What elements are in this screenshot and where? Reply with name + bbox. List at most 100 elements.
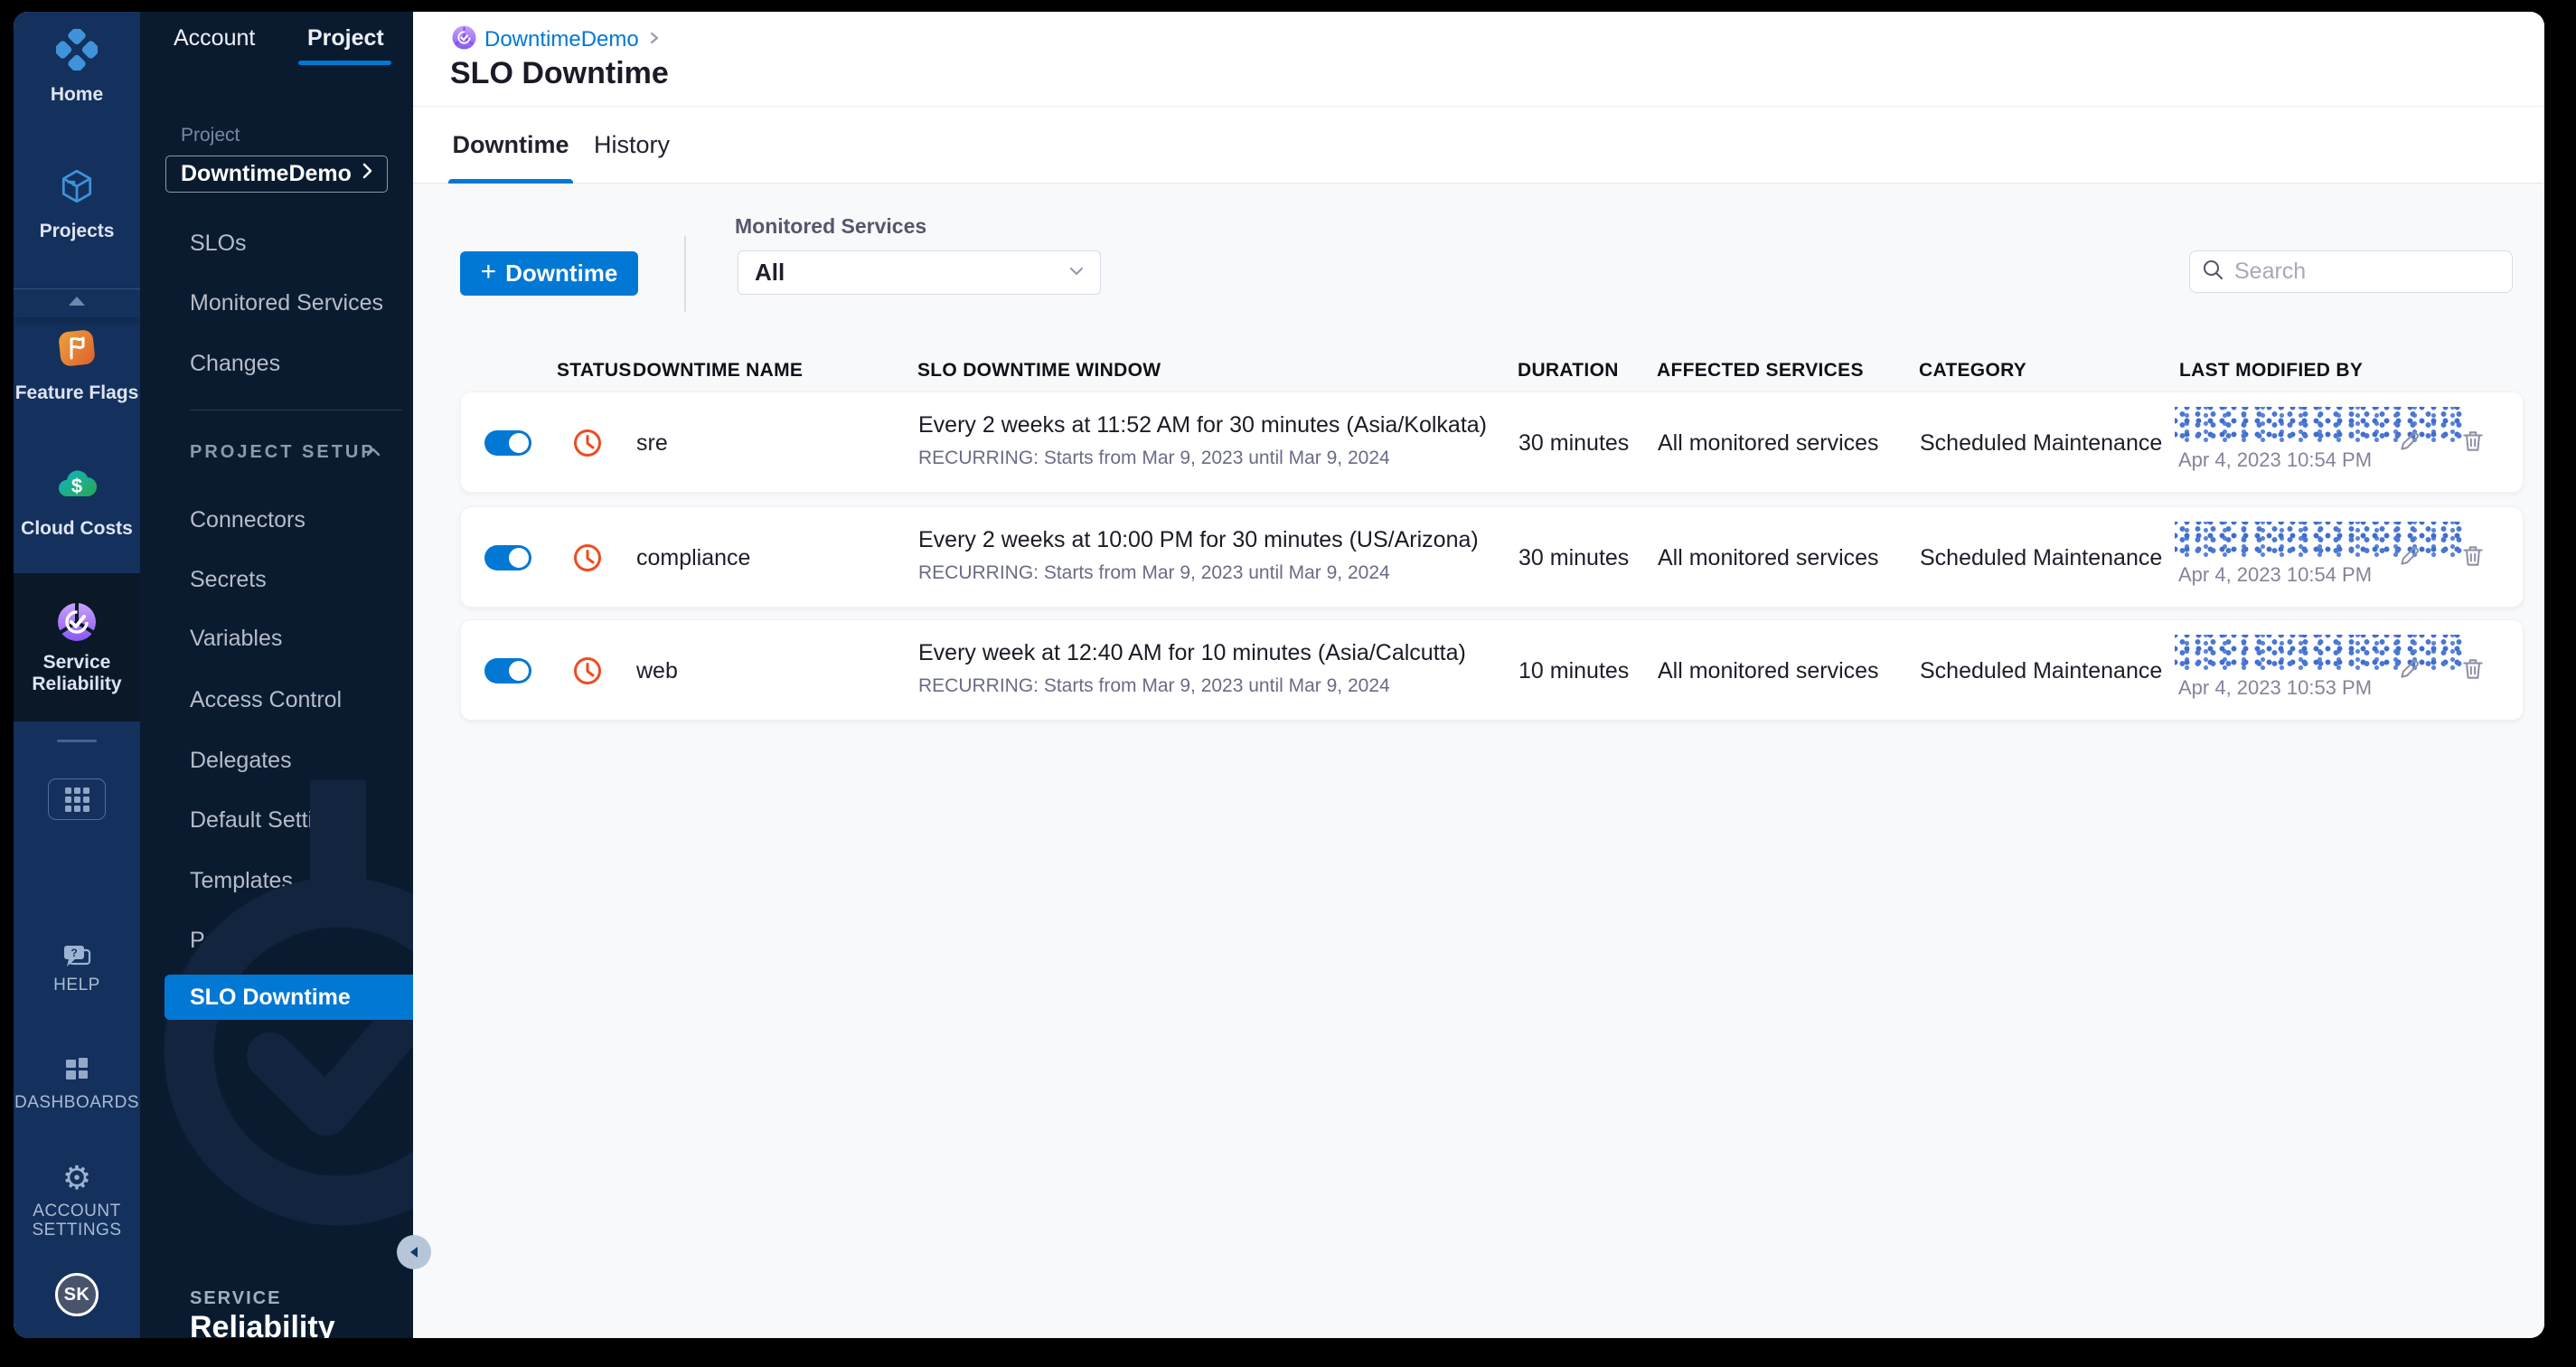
- add-downtime-button[interactable]: + Downtime: [460, 251, 638, 296]
- col-duration: DURATION: [1518, 360, 1619, 381]
- tab-history[interactable]: History: [587, 107, 677, 184]
- toggle-knob: [509, 548, 529, 568]
- nav-dashboards-label: DASHBOARDS: [14, 1093, 140, 1112]
- downtime-window: Every week at 12:40 AM for 10 minutes (A…: [918, 640, 1466, 665]
- sidebar-item-default-settings[interactable]: Default Settings: [190, 807, 350, 834]
- user-avatar[interactable]: SK: [55, 1273, 99, 1316]
- search-input[interactable]: [2234, 259, 2525, 285]
- table-row[interactable]: compliance Every 2 weeks at 10:00 PM for…: [460, 506, 2524, 608]
- reliability-watermark: [140, 762, 413, 1291]
- downtime-window: Every 2 weeks at 10:00 PM for 30 minutes…: [918, 527, 1479, 552]
- nav-projects[interactable]: [14, 167, 140, 210]
- nav-cloud-costs-label: Cloud Costs: [21, 518, 133, 539]
- delete-button[interactable]: [2460, 543, 2486, 569]
- status-toggle[interactable]: [484, 430, 531, 456]
- col-affected-services: AFFECTED SERVICES: [1657, 360, 1864, 381]
- svg-text:?: ?: [71, 947, 77, 959]
- sidebar-collapse-button[interactable]: [397, 1235, 431, 1269]
- sidebar-item-slo-downtime[interactable]: SLO Downtime: [165, 975, 413, 1020]
- col-slo-downtime-window: SLO DOWNTIME WINDOW: [917, 360, 1161, 381]
- screenshot-stage: Home Projects Feature Flags $ Cloud Cost…: [0, 0, 2576, 1367]
- search-icon: [2201, 258, 2225, 287]
- sidebar-item-templates[interactable]: Templates: [190, 868, 293, 894]
- category: Scheduled Maintenance: [1920, 430, 2163, 456]
- nav-dashboards[interactable]: [14, 1055, 140, 1087]
- content-area: + Downtime Monitored Services All STATUS…: [413, 184, 2544, 1338]
- nav-home[interactable]: [14, 26, 140, 75]
- edit-button[interactable]: [2397, 543, 2422, 569]
- plus-icon: +: [480, 257, 497, 287]
- modified-timestamp: Apr 4, 2023 10:54 PM: [2178, 563, 2373, 586]
- sidebar-item-delegates[interactable]: Delegates: [190, 748, 292, 774]
- nav-account-settings[interactable]: ⚙: [14, 1162, 140, 1194]
- delete-button[interactable]: [2460, 656, 2486, 682]
- nav-service-reliability[interactable]: [14, 599, 140, 649]
- downtime-name[interactable]: sre: [636, 430, 668, 457]
- page-tabs: Downtime History: [413, 107, 2544, 184]
- sidebar-item-secrets[interactable]: Secrets: [190, 567, 267, 593]
- status-toggle[interactable]: [484, 545, 531, 570]
- service-reliability-icon: [54, 602, 99, 648]
- nav-home-label: Home: [50, 84, 104, 105]
- tab-downtime[interactable]: Downtime: [448, 107, 573, 184]
- category: Scheduled Maintenance: [1920, 545, 2163, 570]
- project-selector[interactable]: DowntimeDemo: [165, 156, 388, 193]
- search-box: [2189, 250, 2525, 293]
- breadcrumb-project-link[interactable]: DowntimeDemo: [484, 27, 639, 52]
- modnav-divider: [57, 740, 97, 742]
- toggle-knob: [509, 661, 529, 681]
- svg-text:$: $: [71, 475, 82, 497]
- home-icon: [53, 26, 100, 74]
- tab-project[interactable]: Project: [307, 24, 384, 52]
- module-nav: Home Projects Feature Flags $ Cloud Cost…: [14, 12, 140, 1338]
- affected-services: All monitored services: [1658, 658, 1879, 684]
- status-toggle[interactable]: [484, 658, 531, 684]
- edit-button[interactable]: [2397, 429, 2422, 454]
- page-header: DowntimeDemo SLO Downtime: [413, 12, 2544, 107]
- project-setup-heading[interactable]: PROJECT SETUP: [190, 442, 376, 463]
- monitored-services-dropdown[interactable]: All: [738, 250, 1101, 295]
- sidebar-item-access-control[interactable]: Access Control: [190, 687, 342, 713]
- project-avatar-icon: [452, 25, 476, 54]
- table-row[interactable]: web Every week at 12:40 AM for 10 minute…: [460, 619, 2524, 721]
- nav-feature-flags-label: Feature Flags: [14, 382, 139, 403]
- recurring-clock-icon: [571, 427, 604, 459]
- monitored-services-label: Monitored Services: [735, 214, 927, 238]
- sidebar-item-connectors[interactable]: Connectors: [190, 507, 306, 533]
- nav-help[interactable]: ?: [14, 943, 140, 976]
- downtime-recurring: RECURRING: Starts from Mar 9, 2023 until…: [918, 448, 1390, 468]
- edit-button[interactable]: [2397, 656, 2422, 682]
- arrow-left-icon: [410, 1247, 418, 1258]
- sidebar-item-policies[interactable]: Policies: [190, 928, 268, 954]
- chevron-down-icon: [1066, 259, 1087, 286]
- category: Scheduled Maintenance: [1920, 658, 2163, 684]
- feature-flags-icon: [55, 330, 99, 373]
- col-last-modified-by: LAST MODIFIED BY: [2179, 360, 2364, 381]
- sidebar-item-slos[interactable]: SLOs: [190, 231, 247, 257]
- downtime-name[interactable]: web: [636, 658, 678, 684]
- sidebar-item-changes[interactable]: Changes: [190, 351, 280, 377]
- col-status: STATUS: [557, 360, 632, 381]
- app-window: Home Projects Feature Flags $ Cloud Cost…: [14, 12, 2544, 1338]
- grid-icon: [64, 787, 89, 812]
- help-chat-icon: ?: [61, 946, 92, 976]
- nav-feature-flags[interactable]: [14, 326, 140, 374]
- modules-collapse-strip[interactable]: [14, 288, 140, 317]
- active-tab-underline: [298, 61, 391, 65]
- sidebar-item-variables[interactable]: Variables: [190, 626, 282, 652]
- recurring-clock-icon: [571, 542, 604, 574]
- toggle-knob: [509, 433, 529, 453]
- downtime-name[interactable]: compliance: [636, 545, 750, 571]
- sidebar-item-monitored-services[interactable]: Monitored Services: [190, 290, 383, 316]
- nav-cloud-costs[interactable]: $: [14, 462, 140, 514]
- project-field-label: Project: [181, 125, 240, 146]
- brand-service: SERVICE: [190, 1288, 282, 1308]
- delete-button[interactable]: [2460, 429, 2486, 454]
- table-row[interactable]: sre Every 2 weeks at 11:52 AM for 30 min…: [460, 391, 2524, 493]
- tab-account[interactable]: Account: [174, 24, 255, 52]
- nav-service-reliability-label: Service Reliability: [32, 652, 122, 694]
- gear-icon: ⚙: [61, 1159, 92, 1196]
- chevron-right-icon: [358, 161, 376, 187]
- module-switcher-button[interactable]: [48, 778, 106, 820]
- chevron-up-icon[interactable]: [364, 445, 382, 464]
